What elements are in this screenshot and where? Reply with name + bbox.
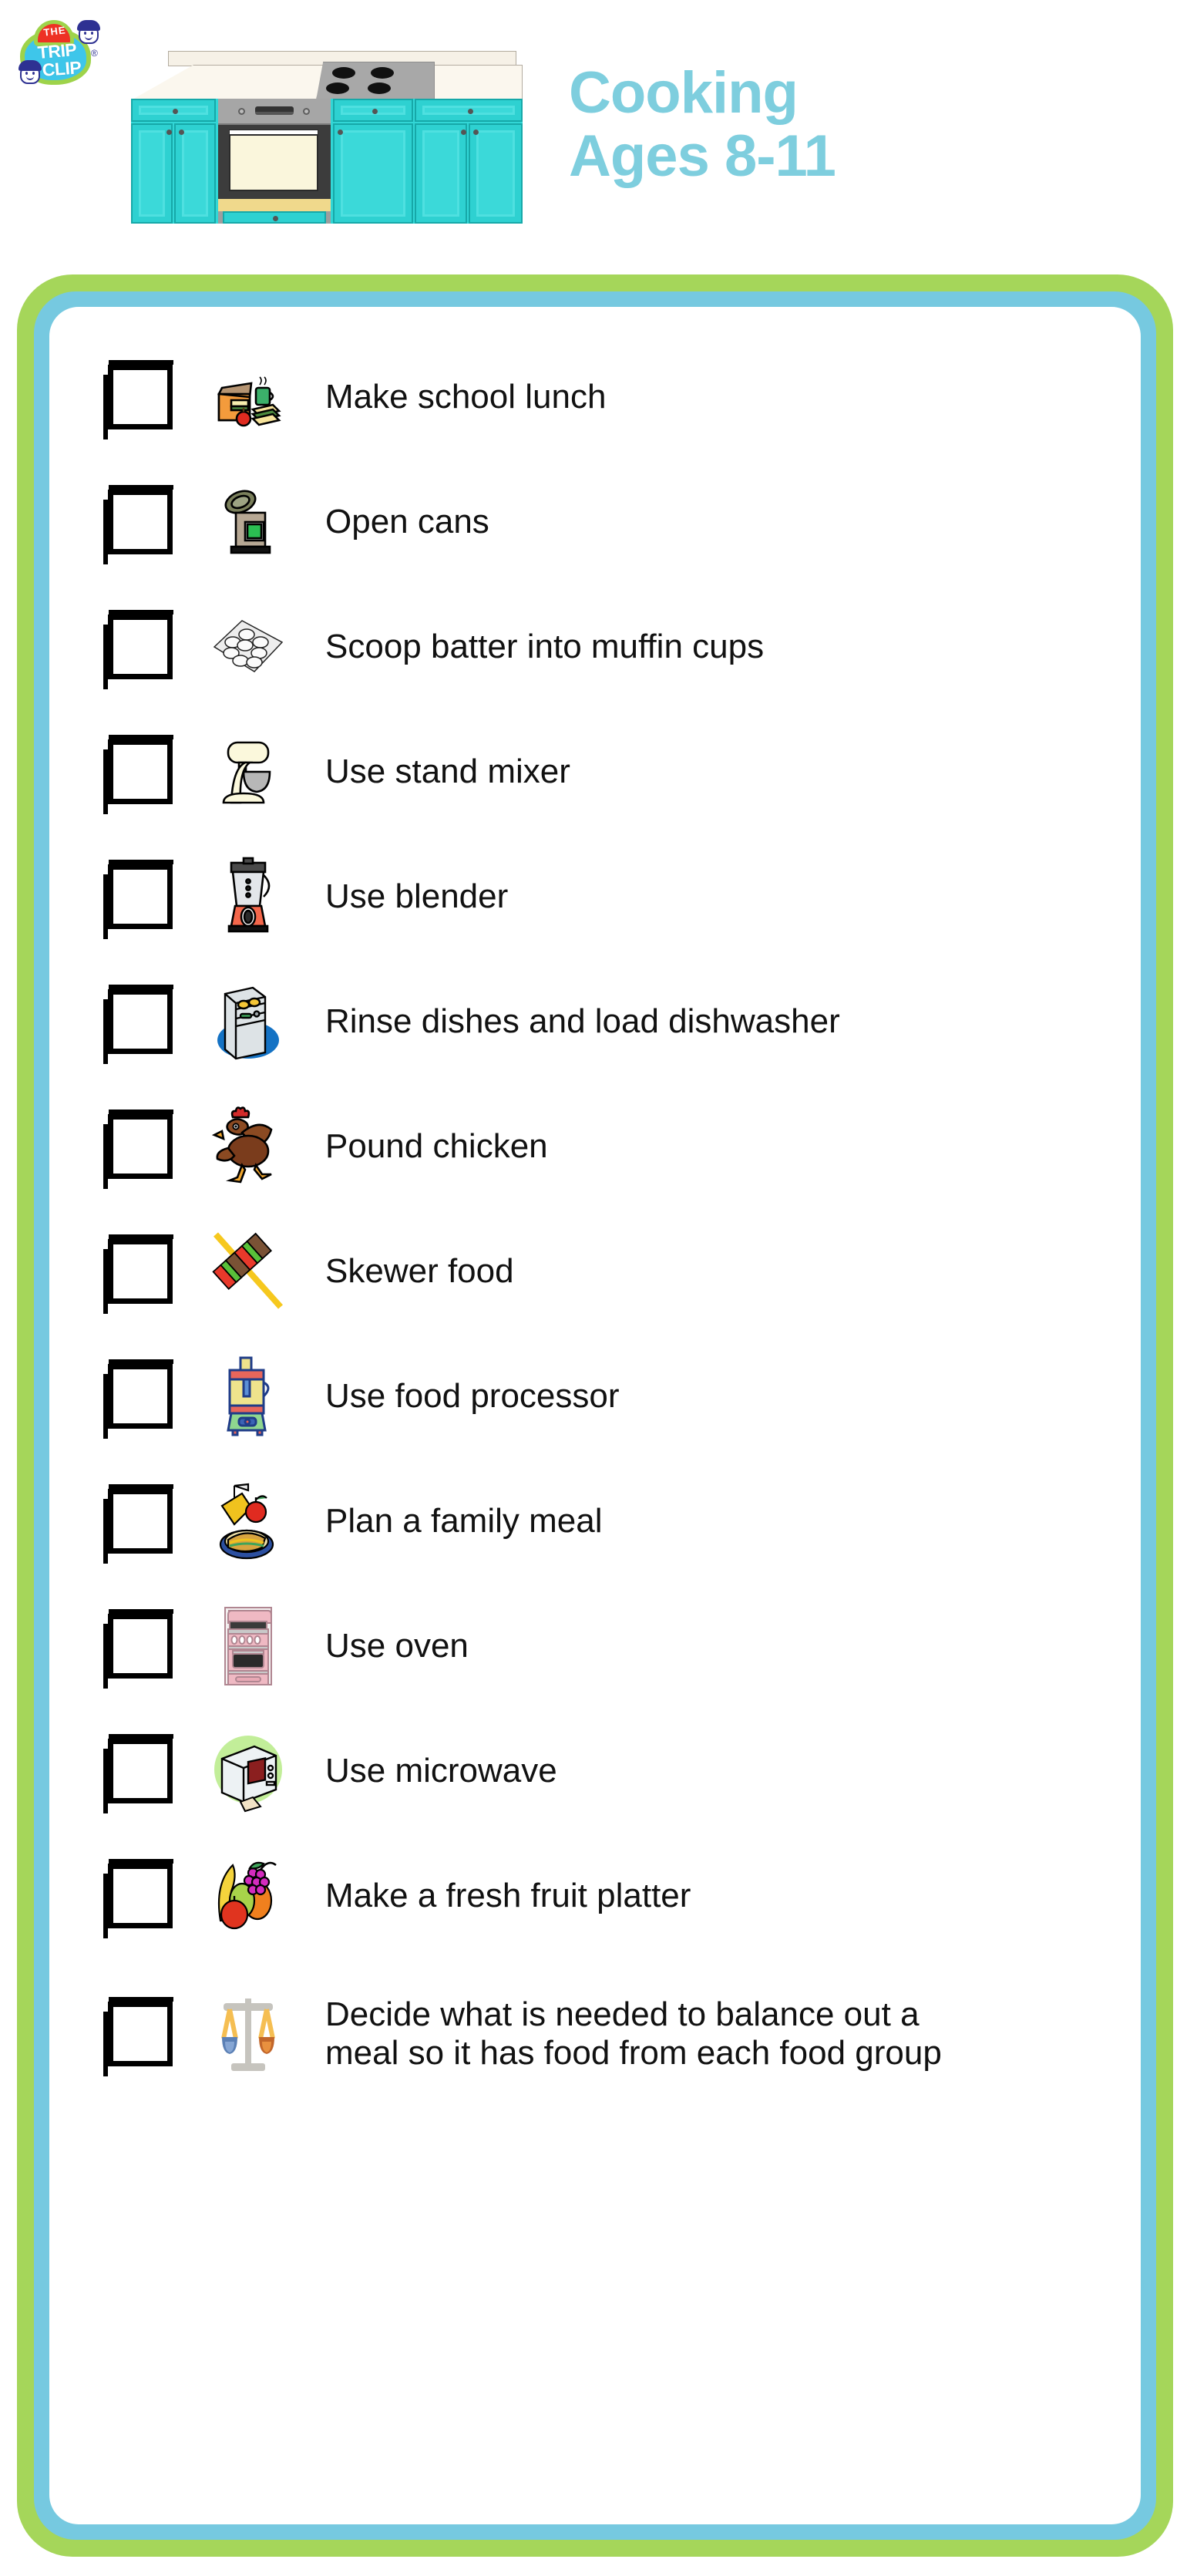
food-processor-icon bbox=[202, 1346, 294, 1446]
checkbox-3[interactable] bbox=[103, 735, 173, 814]
checklist-item-label: Decide what is needed to balance out a m… bbox=[325, 1995, 942, 2072]
checkbox-7[interactable] bbox=[103, 1234, 173, 1314]
checkbox-cell bbox=[96, 1997, 185, 2076]
checkbox-cell bbox=[96, 1359, 185, 1439]
logo-kid-girl-icon bbox=[18, 60, 42, 85]
checkbox-2[interactable] bbox=[103, 610, 173, 689]
checklist-row: Make school lunch bbox=[96, 335, 1110, 460]
checkbox-1[interactable] bbox=[103, 485, 173, 564]
checkbox-cell bbox=[96, 735, 185, 814]
checklist-item-label: Use blender bbox=[325, 877, 509, 915]
checklist-row: Make a fresh fruit platter bbox=[96, 1834, 1110, 1958]
blender-icon bbox=[202, 847, 294, 947]
checklist-item-label: Pound chicken bbox=[325, 1126, 548, 1165]
checkbox-cell bbox=[96, 1734, 185, 1813]
checkbox-cell bbox=[96, 1609, 185, 1689]
checklist-row: Use blender bbox=[96, 834, 1110, 959]
checklist-item-label: Rinse dishes and load dishwasher bbox=[325, 1002, 840, 1040]
fruit-platter-icon bbox=[202, 1846, 294, 1946]
chicken-icon bbox=[202, 1096, 294, 1197]
checkbox-13[interactable] bbox=[103, 1997, 173, 2076]
checkbox-cell bbox=[96, 1110, 185, 1189]
checklist-row: Scoop batter into muffin cups bbox=[96, 584, 1110, 709]
checklist-item-label: Use stand mixer bbox=[325, 752, 570, 790]
lunchbox-icon bbox=[202, 347, 294, 447]
checklist-row: Use oven bbox=[96, 1584, 1110, 1709]
checklist-row: Pound chicken bbox=[96, 1084, 1110, 1209]
can-opener-icon bbox=[202, 472, 294, 572]
checkbox-cell bbox=[96, 610, 185, 689]
outer-green-frame: Make school lunch Open cans Scoop batter i… bbox=[17, 274, 1173, 2557]
checkbox-0[interactable] bbox=[103, 360, 173, 439]
dishwasher-icon bbox=[202, 971, 294, 1072]
checkbox-cell bbox=[96, 1234, 185, 1314]
cooktop-icon bbox=[316, 62, 435, 100]
checkbox-12[interactable] bbox=[103, 1859, 173, 1938]
checklist-row: Open cans bbox=[96, 460, 1110, 584]
checklist-item-label: Use food processor bbox=[325, 1376, 620, 1415]
logo-kid-boy-icon bbox=[77, 20, 100, 45]
checkbox-9[interactable] bbox=[103, 1484, 173, 1564]
title-line-2: Ages 8-11 bbox=[569, 123, 836, 190]
checklist-row: Use microwave bbox=[96, 1709, 1110, 1834]
inner-blue-frame: Make school lunch Open cans Scoop batter i… bbox=[34, 291, 1156, 2540]
checkbox-10[interactable] bbox=[103, 1609, 173, 1689]
checklist-item-label: Scoop batter into muffin cups bbox=[325, 627, 765, 665]
checklist-item-label: Make school lunch bbox=[325, 377, 607, 416]
checklist-row: Use stand mixer bbox=[96, 709, 1110, 834]
checkbox-cell bbox=[96, 1859, 185, 1938]
registered-mark: ® bbox=[91, 48, 98, 59]
checkbox-8[interactable] bbox=[103, 1359, 173, 1439]
stand-mixer-icon bbox=[202, 722, 294, 822]
kebab-skewer-icon bbox=[202, 1221, 294, 1322]
oven-icon bbox=[202, 1596, 294, 1696]
checkbox-cell bbox=[96, 360, 185, 439]
checkbox-11[interactable] bbox=[103, 1734, 173, 1813]
checkbox-4[interactable] bbox=[103, 860, 173, 939]
family-meal-icon bbox=[202, 1471, 294, 1571]
oven-illustration bbox=[218, 99, 331, 224]
checklist-item-label: Skewer food bbox=[325, 1251, 514, 1290]
microwave-icon bbox=[202, 1721, 294, 1821]
checkbox-cell bbox=[96, 485, 185, 564]
checklist-card: Make school lunch Open cans Scoop batter i… bbox=[49, 307, 1141, 2524]
checklist-page: THE TRIP CLIP ® Cooking Ages 8-11 Make s… bbox=[0, 0, 1197, 2576]
checkbox-6[interactable] bbox=[103, 1110, 173, 1189]
checkbox-5[interactable] bbox=[103, 985, 173, 1064]
checklist-row: Skewer food bbox=[96, 1209, 1110, 1334]
checklist-item-label: Use oven bbox=[325, 1626, 469, 1665]
kitchen-illustration bbox=[131, 48, 523, 224]
checkbox-cell bbox=[96, 985, 185, 1064]
checklist-item-label: Use microwave bbox=[325, 1751, 557, 1790]
checklist-row: Rinse dishes and load dishwasher bbox=[96, 959, 1110, 1084]
title-line-1: Cooking bbox=[569, 60, 799, 126]
checklist-row: Decide what is needed to balance out a m… bbox=[96, 1958, 1110, 2110]
checklist-row: Plan a family meal bbox=[96, 1459, 1110, 1584]
page-title: Cooking Ages 8-11 bbox=[569, 60, 1170, 190]
checklist-item-label: Open cans bbox=[325, 502, 489, 540]
checklist: Make school lunch Open cans Scoop batter i… bbox=[96, 335, 1110, 2509]
checkbox-cell bbox=[96, 1484, 185, 1564]
checklist-item-label: Plan a family meal bbox=[325, 1501, 603, 1540]
checkbox-cell bbox=[96, 860, 185, 939]
balance-scale-icon bbox=[202, 1984, 294, 2084]
muffin-tin-icon bbox=[202, 597, 294, 697]
checklist-item-label: Make a fresh fruit platter bbox=[325, 1876, 691, 1914]
trip-clip-logo[interactable]: THE TRIP CLIP ® bbox=[14, 12, 100, 94]
checklist-row: Use food processor bbox=[96, 1334, 1110, 1459]
